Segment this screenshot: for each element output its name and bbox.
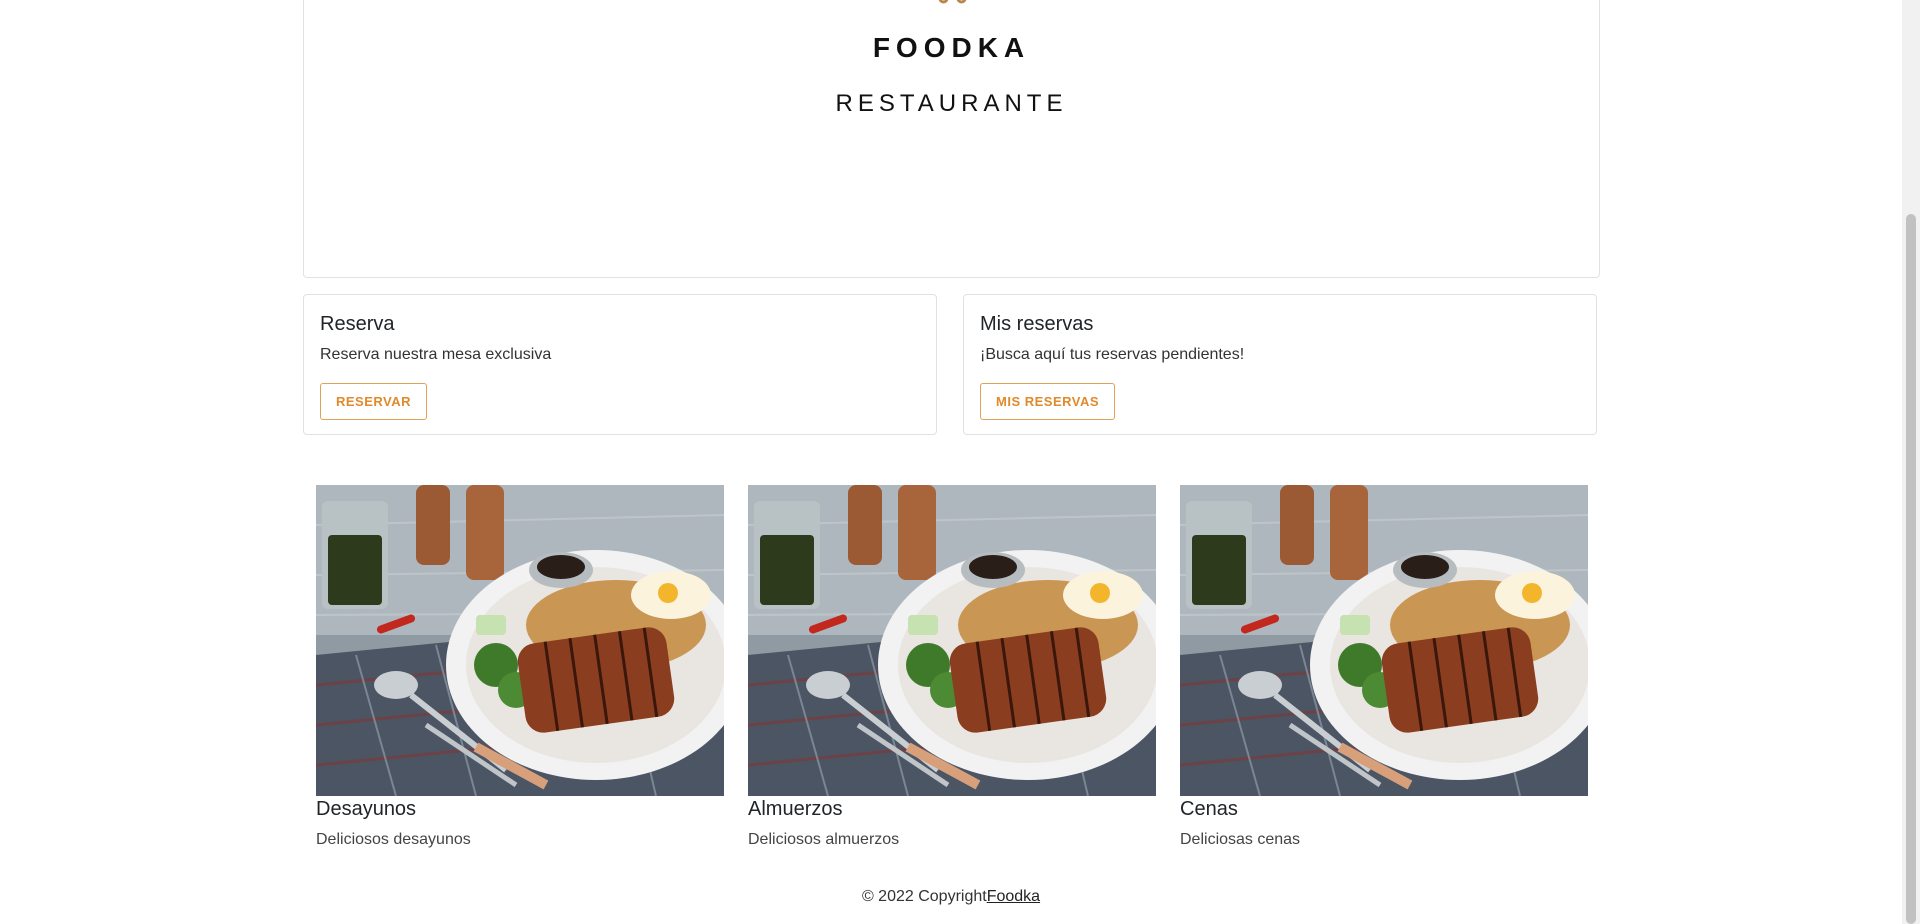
mis-reservas-button[interactable]: MIS RESERVAS [980, 383, 1116, 420]
menu-item-title: Cenas [1180, 798, 1238, 820]
scrollbar-thumb[interactable] [1906, 214, 1916, 924]
copyright-text: © 2022 Copyright [861, 888, 987, 905]
dish-image [1180, 485, 1588, 796]
menu-item-description: Deliciosos almuerzos [748, 831, 900, 848]
vertical-scrollbar[interactable] [1902, 0, 1920, 924]
menu-item-description: Deliciosos desayunos [316, 831, 471, 848]
menu-item-desayunos: Desayunos Deliciosos desayunos [316, 485, 724, 849]
card-text: ¡Busca aquí tus reservas pendientes! [980, 346, 1245, 363]
menu-item-almuerzos: Almuerzos Deliciosos almuerzos [748, 485, 1156, 849]
brand-tagline: RESTAURANTE [835, 90, 1068, 117]
reservation-card: Reserva Reserva nuestra mesa exclusiva R… [303, 294, 937, 435]
dish-image [748, 485, 1156, 796]
footer: © 2022 CopyrightFoodka [0, 888, 1902, 906]
dish-image [316, 485, 724, 796]
hero-banner: FOODKA RESTAURANTE [303, 0, 1600, 278]
card-text: Reserva nuestra mesa exclusiva [320, 346, 552, 363]
reservar-button[interactable]: RESERVAR [320, 383, 428, 420]
page: FOODKA RESTAURANTE Reserva Reserva nuest… [0, 0, 1902, 924]
brand-name: FOODKA [872, 32, 1031, 63]
card-title: Mis reservas [980, 313, 1094, 335]
menu-item-description: Deliciosas cenas [1180, 831, 1301, 848]
card-title: Reserva [320, 313, 395, 335]
menu-item-cenas: Cenas Deliciosas cenas [1180, 485, 1588, 849]
footer-brand-link[interactable]: Foodka [987, 888, 1040, 905]
my-reservations-card: Mis reservas ¡Busca aquí tus reservas pe… [963, 294, 1597, 435]
menu-item-title: Almuerzos [748, 798, 843, 820]
restaurant-logo-icon [938, 0, 967, 4]
menu-item-title: Desayunos [316, 798, 417, 820]
